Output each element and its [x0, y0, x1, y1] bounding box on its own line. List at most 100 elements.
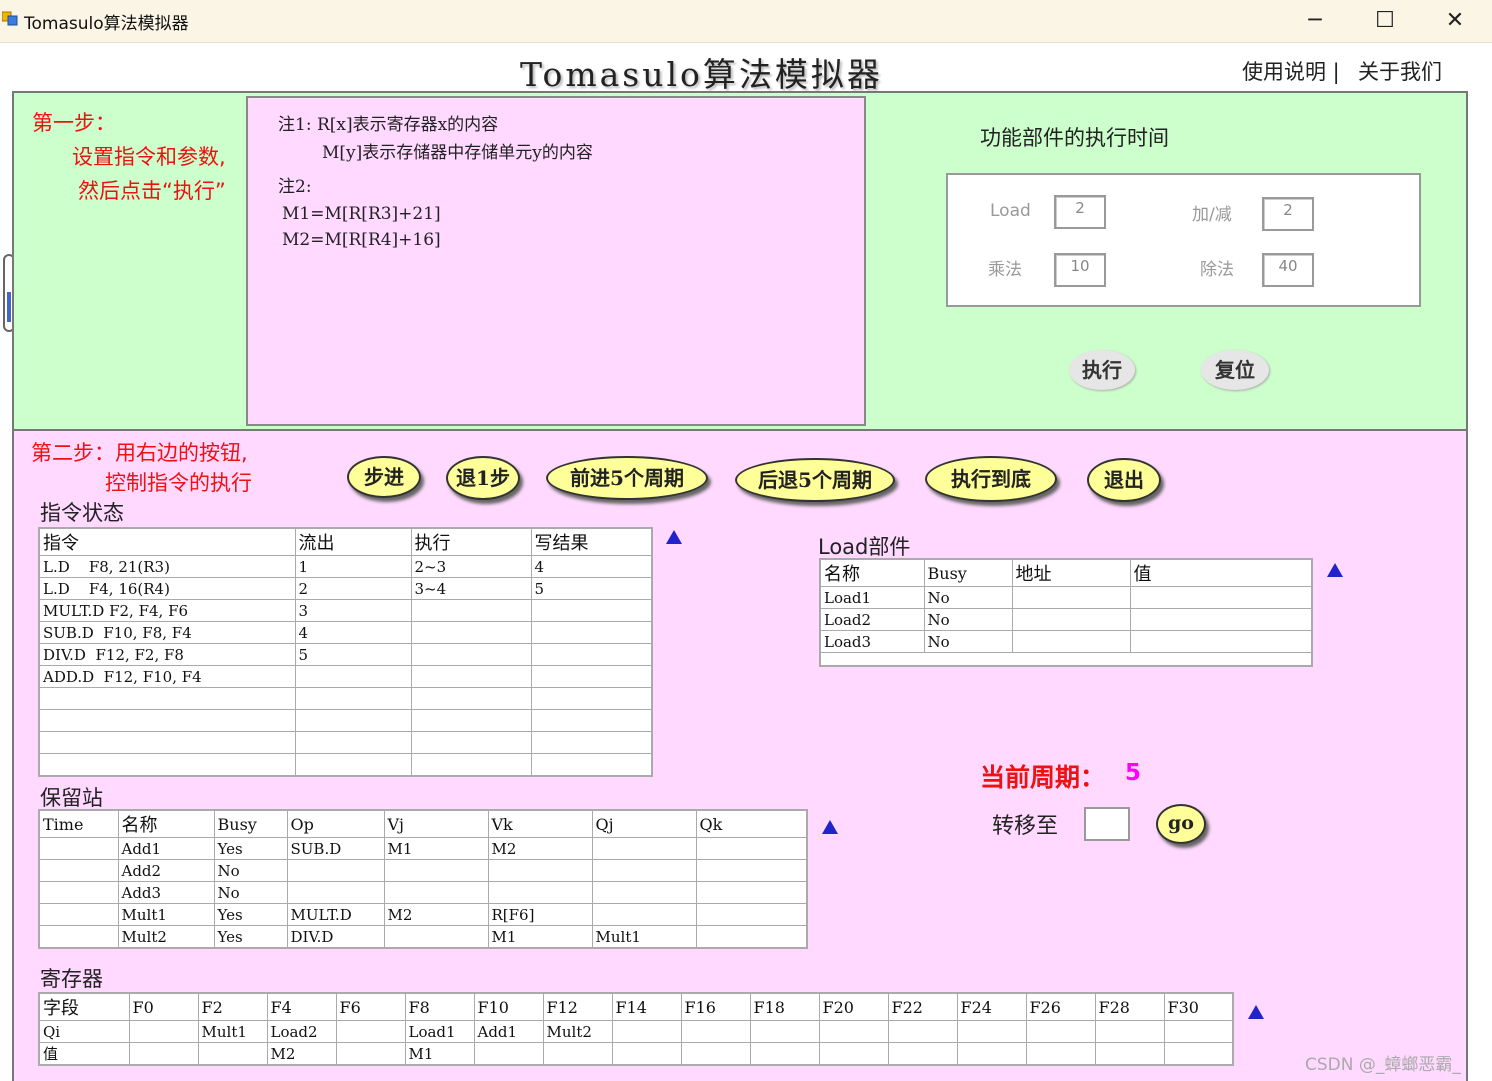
- app-title: Tomasulo算法模拟器: [520, 55, 883, 94]
- current-cycle-label: 当前周期：: [980, 763, 1106, 792]
- table-cell: [383, 859, 489, 882]
- window-title: Tomasulo算法模拟器: [24, 14, 189, 34]
- table-cell: [956, 1020, 1027, 1043]
- scroll-up-icon[interactable]: [1248, 1005, 1264, 1019]
- table-cell: 3~4: [410, 577, 532, 600]
- table-cell: [695, 859, 808, 882]
- note1-line1: 注1: R[x]表示寄存器x的内容: [278, 115, 499, 135]
- table-cell: No: [213, 881, 288, 904]
- forward-5-button[interactable]: 前进5个周期: [546, 456, 708, 500]
- table-cell: MULT.D F2, F4, F6: [38, 599, 296, 622]
- table-cell: 1: [294, 555, 412, 578]
- mul-time-input[interactable]: 10: [1054, 253, 1106, 287]
- registers-title: 寄存器: [40, 967, 103, 991]
- table-cell: SUB.D F10, F8, F4: [38, 621, 296, 644]
- table-cell: Add1: [117, 837, 215, 860]
- about-link[interactable]: 关于我们: [1358, 56, 1442, 86]
- table-cell: [1129, 630, 1313, 653]
- col-header: 流出: [294, 527, 412, 556]
- col-header: 名称: [117, 809, 215, 838]
- step1-line1: 设置指令和参数,: [72, 145, 226, 169]
- table-row: [38, 753, 653, 777]
- table-cell: 4: [530, 555, 653, 578]
- col-header: F12: [542, 992, 613, 1021]
- back-one-button[interactable]: 退1步: [446, 456, 520, 500]
- col-header: F8: [404, 992, 475, 1021]
- step-button[interactable]: 步进: [347, 456, 421, 498]
- table-row: Qi Mult1 Load2 Load1 Add1 Mult2: [38, 1020, 1234, 1043]
- table-cell: [383, 881, 489, 904]
- div-time-label: 除法: [1200, 260, 1234, 280]
- fu-time-box: Load 2 加/减 2 乘法 10 除法 40: [946, 173, 1421, 307]
- table-cell: L.D F4, 16(R4): [38, 577, 296, 600]
- table-cell: [1163, 1020, 1234, 1043]
- col-header: Op: [286, 809, 385, 838]
- scroll-up-icon[interactable]: [1327, 563, 1343, 577]
- table-cell: DIV.D: [286, 925, 385, 949]
- table-row: SUB.D F10, F8, F4 4: [38, 621, 653, 644]
- table-cell: L.D F8, 21(R3): [38, 555, 296, 578]
- table-cell: [591, 859, 697, 882]
- table-cell: No: [923, 586, 1013, 609]
- minimize-button[interactable]: ─: [1280, 0, 1350, 42]
- table-cell: [1025, 1042, 1096, 1066]
- window-titlebar: Tomasulo算法模拟器 ─ ☐ ✕: [0, 0, 1492, 43]
- table-row: DIV.D F12, F2, F8 5: [38, 643, 653, 666]
- table-cell: 5: [294, 643, 412, 666]
- table-cell: M2: [383, 903, 489, 926]
- close-button[interactable]: ✕: [1420, 0, 1490, 42]
- col-header: F20: [818, 992, 889, 1021]
- note1-line2: M[y]表示存储器中存储单元y的内容: [322, 143, 593, 163]
- go-button[interactable]: go: [1156, 804, 1206, 844]
- exit-button[interactable]: 退出: [1087, 458, 1161, 502]
- table-cell: [1129, 586, 1313, 609]
- run-to-end-button[interactable]: 执行到底: [925, 456, 1057, 502]
- reset-button[interactable]: 复位: [1201, 350, 1269, 390]
- table-cell: [294, 687, 412, 710]
- table-cell: [473, 1042, 544, 1066]
- back-5-button[interactable]: 后退5个周期: [735, 458, 895, 502]
- table-cell: Mult2: [542, 1020, 613, 1043]
- table-cell: [591, 903, 697, 926]
- table-cell: Yes: [213, 837, 288, 860]
- col-header: F2: [197, 992, 268, 1021]
- load-time-input[interactable]: 2: [1054, 195, 1106, 229]
- table-cell: [530, 709, 653, 732]
- table-cell: M2: [487, 837, 593, 860]
- scroll-up-icon[interactable]: [822, 820, 838, 834]
- table-cell: [197, 1042, 268, 1066]
- maximize-button[interactable]: ☐: [1350, 0, 1420, 42]
- step1-line2: 然后点击“执行”: [78, 179, 226, 203]
- table-cell: [1094, 1020, 1165, 1043]
- table-cell: [286, 859, 385, 882]
- table-cell: [335, 1020, 406, 1043]
- table-cell: [38, 753, 296, 777]
- table-cell: Load3: [819, 630, 925, 653]
- help-link[interactable]: 使用说明 |: [1242, 56, 1340, 86]
- div-time-input[interactable]: 40: [1262, 253, 1314, 287]
- scroll-up-icon[interactable]: [666, 530, 682, 544]
- watermark: CSDN @_蟑螂恶霸_: [1305, 1055, 1461, 1075]
- table-cell: [38, 837, 119, 860]
- col-header: Vj: [383, 809, 489, 838]
- registers-header: 字段 F0 F2 F4 F6 F8 F10 F12 F14 F16 F18 F20 F22 F24 F26 F…: [38, 992, 1234, 1021]
- table-cell: M2: [266, 1042, 337, 1066]
- table-cell: DIV.D F12, F2, F8: [38, 643, 296, 666]
- table-row: MULT.D F2, F4, F6 3: [38, 599, 653, 622]
- table-row: Add2 No: [38, 859, 808, 882]
- load-unit-header: 名称 Busy 地址 值: [819, 558, 1313, 587]
- table-cell: [410, 731, 532, 754]
- add-time-input[interactable]: 2: [1262, 197, 1314, 231]
- table-cell: [818, 1042, 889, 1066]
- goto-cycle-input[interactable]: [1084, 807, 1130, 841]
- table-cell: M1: [383, 837, 489, 860]
- execute-button[interactable]: 执行: [1069, 350, 1135, 390]
- table-cell: Load2: [819, 608, 925, 631]
- table-cell: [591, 881, 697, 904]
- table-cell: [383, 925, 489, 949]
- table-cell: No: [923, 630, 1013, 653]
- col-header: F26: [1025, 992, 1096, 1021]
- col-header: F18: [749, 992, 820, 1021]
- table-cell: [294, 731, 412, 754]
- table-cell: No: [923, 608, 1013, 631]
